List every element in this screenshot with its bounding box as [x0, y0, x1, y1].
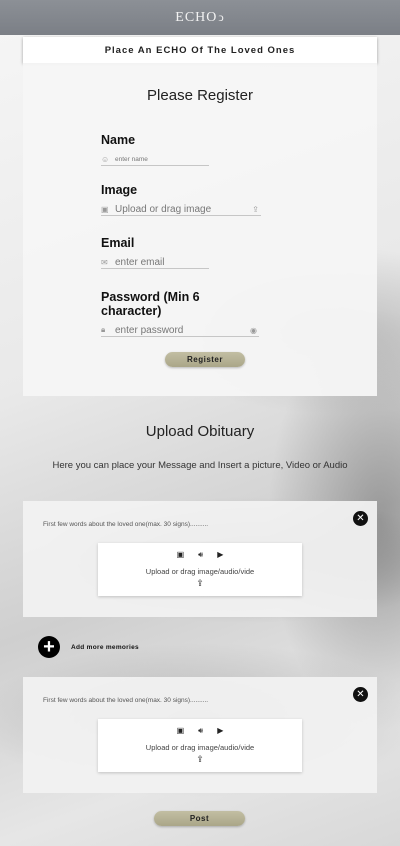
memory-text-input[interactable]: First few words about the loved one(max.… — [43, 521, 208, 528]
password-field-group: Password (Min 6 character) 🔒︎ enter pass… — [101, 290, 259, 337]
name-field-group: Name ☺ enter name — [101, 133, 209, 166]
image-field-group: Image ▣ Upload or drag image ⇪ — [101, 183, 261, 216]
register-panel: Please Register Name ☺ enter name Image … — [23, 63, 377, 396]
upload-icon[interactable]: ⇪ — [98, 578, 302, 589]
video-play-icon[interactable]: ▶ — [217, 726, 223, 736]
email-field-group: Email ✉ enter email — [101, 236, 209, 269]
add-more-label: Add more memories — [71, 643, 139, 651]
register-button[interactable]: Register — [165, 352, 245, 367]
close-icon[interactable]: ✕ — [353, 511, 368, 526]
media-type-icons: ▣ 🔊︎ ▶ — [98, 550, 302, 560]
image-label: Image — [101, 183, 138, 197]
media-upload-box[interactable]: ▣ 🔊︎ ▶ Upload or drag image/audio/vide ⇪ — [98, 719, 302, 772]
logo-swoosh-icon: ↄ — [218, 9, 225, 24]
memory-card: First few words about the loved one(max.… — [23, 677, 377, 793]
obituary-subtitle: Here you can place your Message and Inse… — [52, 460, 348, 471]
image-icon[interactable]: ▣ — [177, 550, 185, 560]
audio-icon[interactable]: 🔊︎ — [198, 726, 203, 736]
top-bar: ECHOↄ — [0, 0, 400, 35]
memory-card: First few words about the loved one(max.… — [23, 501, 377, 617]
obituary-title: Upload Obituary — [145, 423, 255, 440]
upload-icon: ⇪ — [252, 204, 259, 214]
upload-hint: Upload or drag image/audio/vide — [145, 567, 255, 576]
media-type-icons: ▣ 🔊︎ ▶ — [98, 726, 302, 736]
email-label: Email — [101, 236, 135, 250]
image-icon: ▣ — [101, 204, 109, 214]
video-play-icon[interactable]: ▶ — [217, 550, 223, 560]
email-field[interactable]: ✉ enter email — [101, 256, 209, 269]
audio-icon[interactable]: 🔊︎ — [198, 550, 203, 560]
lock-icon: 🔒︎ — [101, 325, 106, 334]
mail-icon: ✉ — [101, 257, 108, 267]
image-upload-field[interactable]: ▣ Upload or drag image ⇪ — [101, 203, 261, 216]
echo-logo[interactable]: ECHOↄ — [175, 10, 224, 26]
memory-text-input[interactable]: First few words about the loved one(max.… — [43, 697, 208, 704]
media-upload-box[interactable]: ▣ 🔊︎ ▶ Upload or drag image/audio/vide ⇪ — [98, 543, 302, 596]
password-label: Password (Min 6 character) — [101, 290, 200, 318]
password-field[interactable]: 🔒︎ enter password ◉ — [101, 324, 259, 337]
post-button[interactable]: Post — [154, 811, 245, 826]
register-title: Please Register — [147, 87, 253, 104]
upload-icon[interactable]: ⇪ — [98, 754, 302, 765]
name-label: Name — [101, 133, 136, 147]
show-password-icon[interactable]: ◉ — [250, 326, 257, 335]
upload-hint: Upload or drag image/audio/vide — [145, 743, 255, 752]
page-banner: Place An ECHO Of The Loved Ones — [23, 37, 377, 63]
image-icon[interactable]: ▣ — [177, 726, 185, 736]
name-field[interactable]: ☺ enter name — [101, 153, 209, 166]
user-icon: ☺ — [101, 154, 110, 164]
close-icon[interactable]: ✕ — [353, 687, 368, 702]
add-more-memories[interactable]: + Add more memories — [38, 636, 139, 658]
plus-icon[interactable]: + — [38, 636, 60, 658]
